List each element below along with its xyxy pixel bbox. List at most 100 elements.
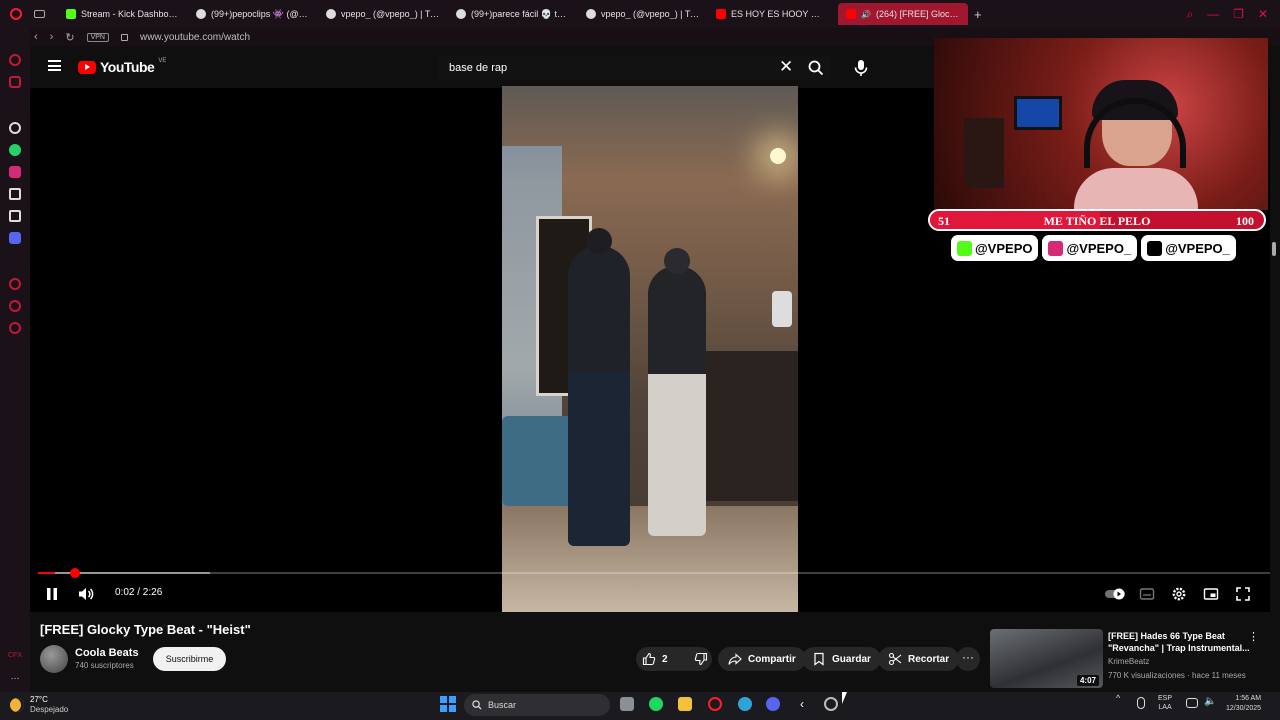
scissors-icon [888,652,902,666]
system-clock[interactable]: 1:56 AM 12/30/2025 [1226,694,1261,714]
thumbs-up-icon [642,652,656,666]
kick-app-icon[interactable]: ‹ [795,697,809,711]
opera-logo-icon[interactable] [10,8,22,20]
forward-icon[interactable]: › [50,31,54,43]
speaker-icon: 🔊 [861,9,871,19]
search-icon[interactable] [808,60,824,76]
new-tab-button[interactable]: + [968,7,988,22]
network-icon[interactable] [1186,698,1198,708]
browser-tab[interactable]: vpepo_ (@vpepo_) | TikTo [318,3,448,25]
save-button[interactable]: Guardar [802,647,881,671]
settings-icon[interactable] [9,322,21,334]
youtube-header: YouTube VE ✕ [30,46,934,88]
recommended-thumbnail[interactable]: 4:07 [990,629,1103,688]
minimize-icon[interactable]: — [1207,7,1219,21]
recommended-title[interactable]: [FREE] Hades 66 Type Beat "Revancha" | T… [1108,630,1253,654]
keyboard-layout: LAA [1158,704,1172,711]
volume-icon[interactable] [78,586,94,602]
recommended-menu-icon[interactable]: ⋮ [1248,630,1259,643]
channel-avatar[interactable] [40,645,68,673]
windows-taskbar: 27°C Despejado [0,692,1280,720]
clear-search-icon[interactable]: ✕ [779,58,793,76]
social-handle: @VPEPO_ [1066,240,1132,256]
pause-icon[interactable] [44,586,60,602]
scrollbar-thumb[interactable] [1272,242,1276,256]
file-explorer-icon[interactable] [678,697,692,711]
vpn-badge[interactable]: VPN [86,32,109,42]
browser-tab-active[interactable]: 🔊 (264) [FREE] Glocky Ty [838,3,968,25]
mouse-cursor [842,692,847,704]
browser-tab[interactable]: Stream - Kick Dashboard [58,3,188,25]
progress-buffered [38,572,211,574]
youtube-icon [716,9,726,19]
social-handle: @VPEPO [975,240,1033,256]
goal-title: ME TIÑO EL PELO [1043,214,1151,228]
settings-gear-icon[interactable] [1171,586,1187,602]
spotify-icon[interactable] [649,697,663,711]
browser-tab[interactable]: (99+)pepoclips 👾 (@vpe [188,3,318,25]
logo-text: YouTube [100,59,155,75]
microphone-icon[interactable] [1137,697,1145,709]
url-text[interactable]: www.youtube.com/watch [140,32,250,43]
clip-label: Recortar [908,653,950,665]
search-input[interactable] [438,62,758,74]
whatsapp-icon[interactable] [9,144,21,156]
back-icon[interactable]: ‹ [34,31,38,43]
language-indicator[interactable]: ESP LAA [1158,694,1172,712]
mic-icon[interactable] [850,57,872,79]
fullscreen-icon[interactable] [1235,586,1251,602]
browser-tab[interactable]: vpepo_ (@vpepo_) | TikTo [578,3,708,25]
reload-icon[interactable]: ↻ [65,31,74,44]
tab-switcher-icon[interactable] [34,10,45,18]
tiktok-icon [456,9,466,19]
channel-name[interactable]: Coola Beats [75,647,139,659]
kick-icon [957,240,972,256]
menu-icon[interactable] [48,60,61,71]
x-icon[interactable] [9,210,21,222]
task-view-icon[interactable] [620,697,634,711]
obs-icon[interactable] [824,697,838,711]
opera-gx-icon[interactable] [708,697,722,711]
subscribe-button[interactable]: Suscribirme [153,647,226,671]
search-tabs-icon[interactable]: ⌕ [1186,7,1193,22]
lock-icon [120,33,128,41]
weather-description: Despejado [30,705,69,714]
volume-tray-icon[interactable]: 🔈 [1204,696,1218,710]
sidebar-more-icon[interactable]: ··· [11,672,20,684]
youtube-logo[interactable]: YouTube VE [78,58,166,75]
browser-tab[interactable]: (99+)parece fácil 💀 todo [448,3,578,25]
pinboard-icon[interactable] [9,300,21,312]
chatgpt-icon[interactable] [9,122,21,134]
more-actions-button[interactable]: ··· [956,647,980,671]
share-button[interactable]: Compartir [718,647,806,671]
maximize-icon[interactable]: ❐ [1233,7,1244,21]
subtitles-icon[interactable] [1139,586,1155,602]
clock-time: 1:56 AM [1235,695,1262,702]
instagram-icon[interactable] [9,166,21,178]
dislike-button[interactable] [688,647,716,671]
discord-icon[interactable] [9,232,21,244]
clip-button[interactable]: Recortar [878,647,960,671]
tray-overflow-icon[interactable]: ^ [1116,694,1120,703]
search-box: ✕ [438,56,830,80]
close-window-icon[interactable]: ✕ [1258,7,1268,21]
discord-icon[interactable] [766,697,780,711]
recommended-video[interactable]: 4:07 [FREE] Hades 66 Type Beat "Revancha… [990,629,1270,689]
thumbs-down-icon [694,652,707,666]
progress-bar[interactable] [38,568,1270,578]
autoplay-toggle-icon[interactable] [1104,586,1126,602]
like-button[interactable]: 2 [636,647,676,671]
history-icon[interactable] [9,278,21,290]
start-menu-icon[interactable] [440,696,456,712]
time-display: 0:02 / 2:26 [115,587,163,598]
shopping-icon[interactable] [9,76,21,88]
tiktok-icon[interactable] [9,188,21,200]
messenger-icon[interactable] [738,697,752,711]
miniplayer-icon[interactable] [1203,586,1219,602]
taskbar-search[interactable]: Buscar [464,694,610,716]
recommended-channel[interactable]: KrimeBeatz [1108,657,1149,666]
weather-widget[interactable]: 27°C Despejado [10,695,68,715]
browser-tab[interactable]: ES HOY ES HOOY 😂😍 [708,3,838,25]
aria-icon[interactable] [9,54,21,66]
recommended-meta: 770 K visualizaciones · hace 11 meses [1108,671,1246,680]
